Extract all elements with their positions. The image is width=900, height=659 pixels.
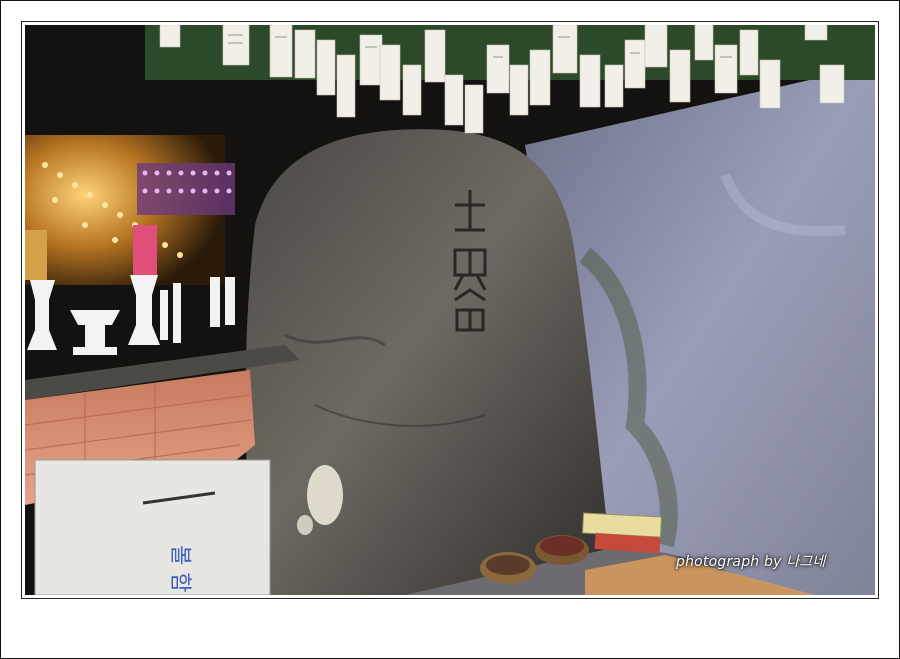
donation-box: [34, 459, 271, 595]
svg-text:볼 함: 볼 함: [167, 545, 192, 592]
book-stack: [582, 512, 662, 538]
pink-candle: [133, 225, 157, 275]
purple-candles: [137, 163, 235, 215]
photo-credit: photograph by 나그네: [676, 554, 826, 570]
gold-figure: [25, 230, 47, 280]
photograph: 볼 함: [25, 25, 875, 595]
sunlight-patch: [307, 465, 343, 525]
